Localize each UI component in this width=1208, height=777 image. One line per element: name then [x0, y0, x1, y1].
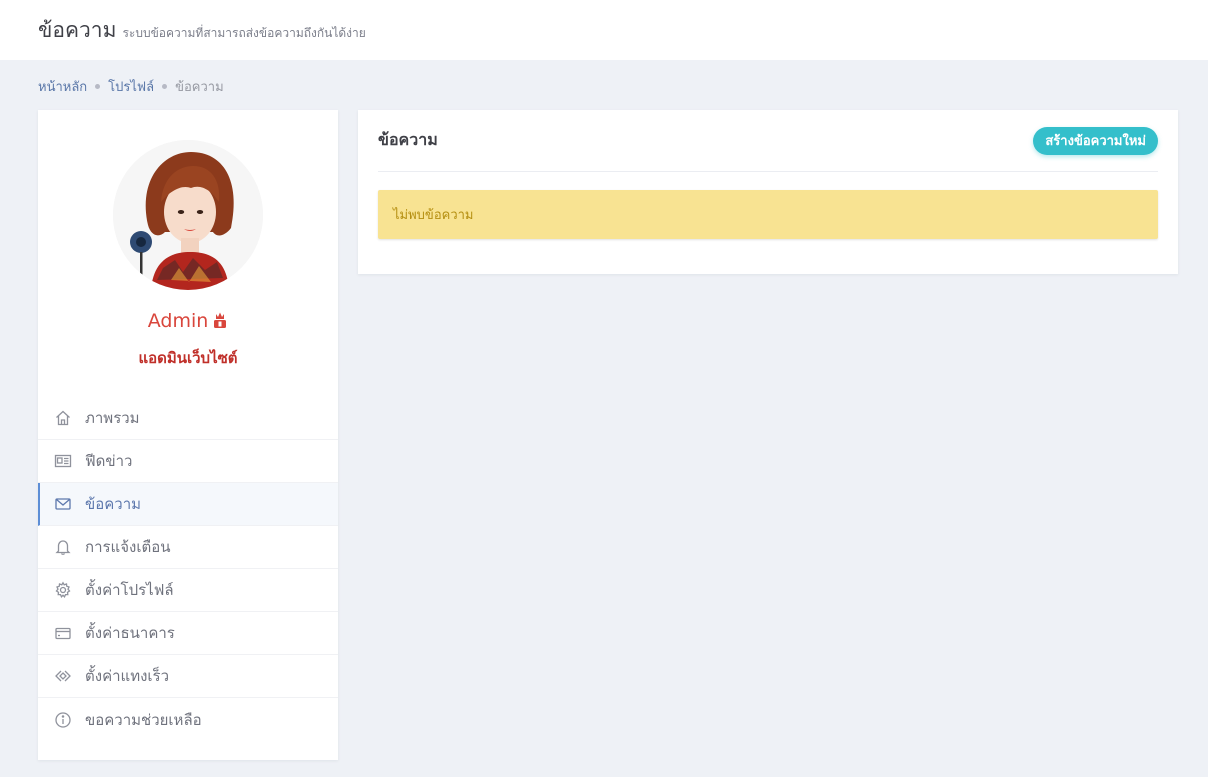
page-title: ข้อความ [38, 17, 117, 42]
menu-item-label: การแจ้งเตือน [85, 538, 171, 556]
new-message-button[interactable]: สร้างข้อความใหม่ [1033, 126, 1158, 155]
envelope-icon [54, 495, 72, 513]
breadcrumb-profile[interactable]: โปรไฟล์ [108, 76, 154, 97]
menu-item-bank-settings[interactable]: ตั้งค่าธนาคาร [38, 612, 338, 655]
menu-item-label: ตั้งค่าธนาคาร [85, 624, 175, 642]
bell-icon [54, 538, 72, 556]
messages-panel-header: ข้อความ สร้างข้อความใหม่ [378, 110, 1158, 172]
messages-panel: ข้อความ สร้างข้อความใหม่ ไม่พบข้อความ [358, 110, 1178, 274]
crown-icon [212, 311, 228, 334]
menu-item-label: ขอความช่วยเหลือ [85, 710, 202, 729]
profile-menu: ภาพรวม ฟีดข่าว ข้อความ การแจ้งเตือน ตั้ง… [38, 397, 338, 741]
menu-item-label: ตั้งค่าแทงเร็ว [85, 667, 170, 685]
page-subtitle: ระบบข้อความที่สามารถส่งข้อความถึงกันได้ง… [122, 25, 366, 40]
wallet-icon [54, 624, 72, 642]
empty-messages-alert: ไม่พบข้อความ [378, 190, 1158, 239]
page-header: ข้อความ ระบบข้อความที่สามารถส่งข้อความถึ… [0, 0, 1208, 60]
avatar-image [113, 140, 263, 290]
avatar [113, 140, 263, 290]
user-name: Admin [38, 310, 338, 334]
menu-item-newsfeed[interactable]: ฟีดข่าว [38, 440, 338, 483]
breadcrumb-home[interactable]: หน้าหลัก [38, 76, 87, 97]
info-icon [54, 711, 72, 729]
breadcrumb-current: ข้อความ [175, 79, 224, 95]
user-name-text: Admin [147, 310, 209, 332]
menu-item-quickbet-settings[interactable]: ตั้งค่าแทงเร็ว [38, 655, 338, 698]
menu-item-overview[interactable]: ภาพรวม [38, 397, 338, 440]
newspaper-icon [54, 452, 72, 470]
messages-panel-title: ข้อความ [378, 130, 438, 149]
menu-item-label: ฟีดข่าว [85, 452, 133, 470]
menu-item-help[interactable]: ขอความช่วยเหลือ [38, 698, 338, 741]
menu-item-notifications[interactable]: การแจ้งเตือน [38, 526, 338, 569]
menu-item-messages[interactable]: ข้อความ [38, 483, 338, 526]
menu-item-label: ตั้งค่าโปรไฟล์ [85, 581, 174, 599]
user-role: แอดมินเว็บไซต์ [138, 349, 238, 367]
empty-messages-text: ไม่พบข้อความ [393, 208, 474, 223]
breadcrumb-separator [95, 83, 101, 89]
breadcrumb: หน้าหลัก โปรไฟล์ ข้อความ [38, 76, 224, 96]
menu-item-label: ข้อความ [85, 495, 142, 513]
breadcrumb-separator [162, 83, 168, 89]
diamond-arrows-icon [54, 667, 72, 685]
home-icon [54, 409, 72, 427]
menu-item-profile-settings[interactable]: ตั้งค่าโปรไฟล์ [38, 569, 338, 612]
gear-icon [54, 581, 72, 599]
profile-card: Admin แอดมินเว็บไซต์ ภาพรวม ฟีดข่าว ข้อค… [38, 110, 338, 760]
menu-item-label: ภาพรวม [85, 409, 140, 427]
